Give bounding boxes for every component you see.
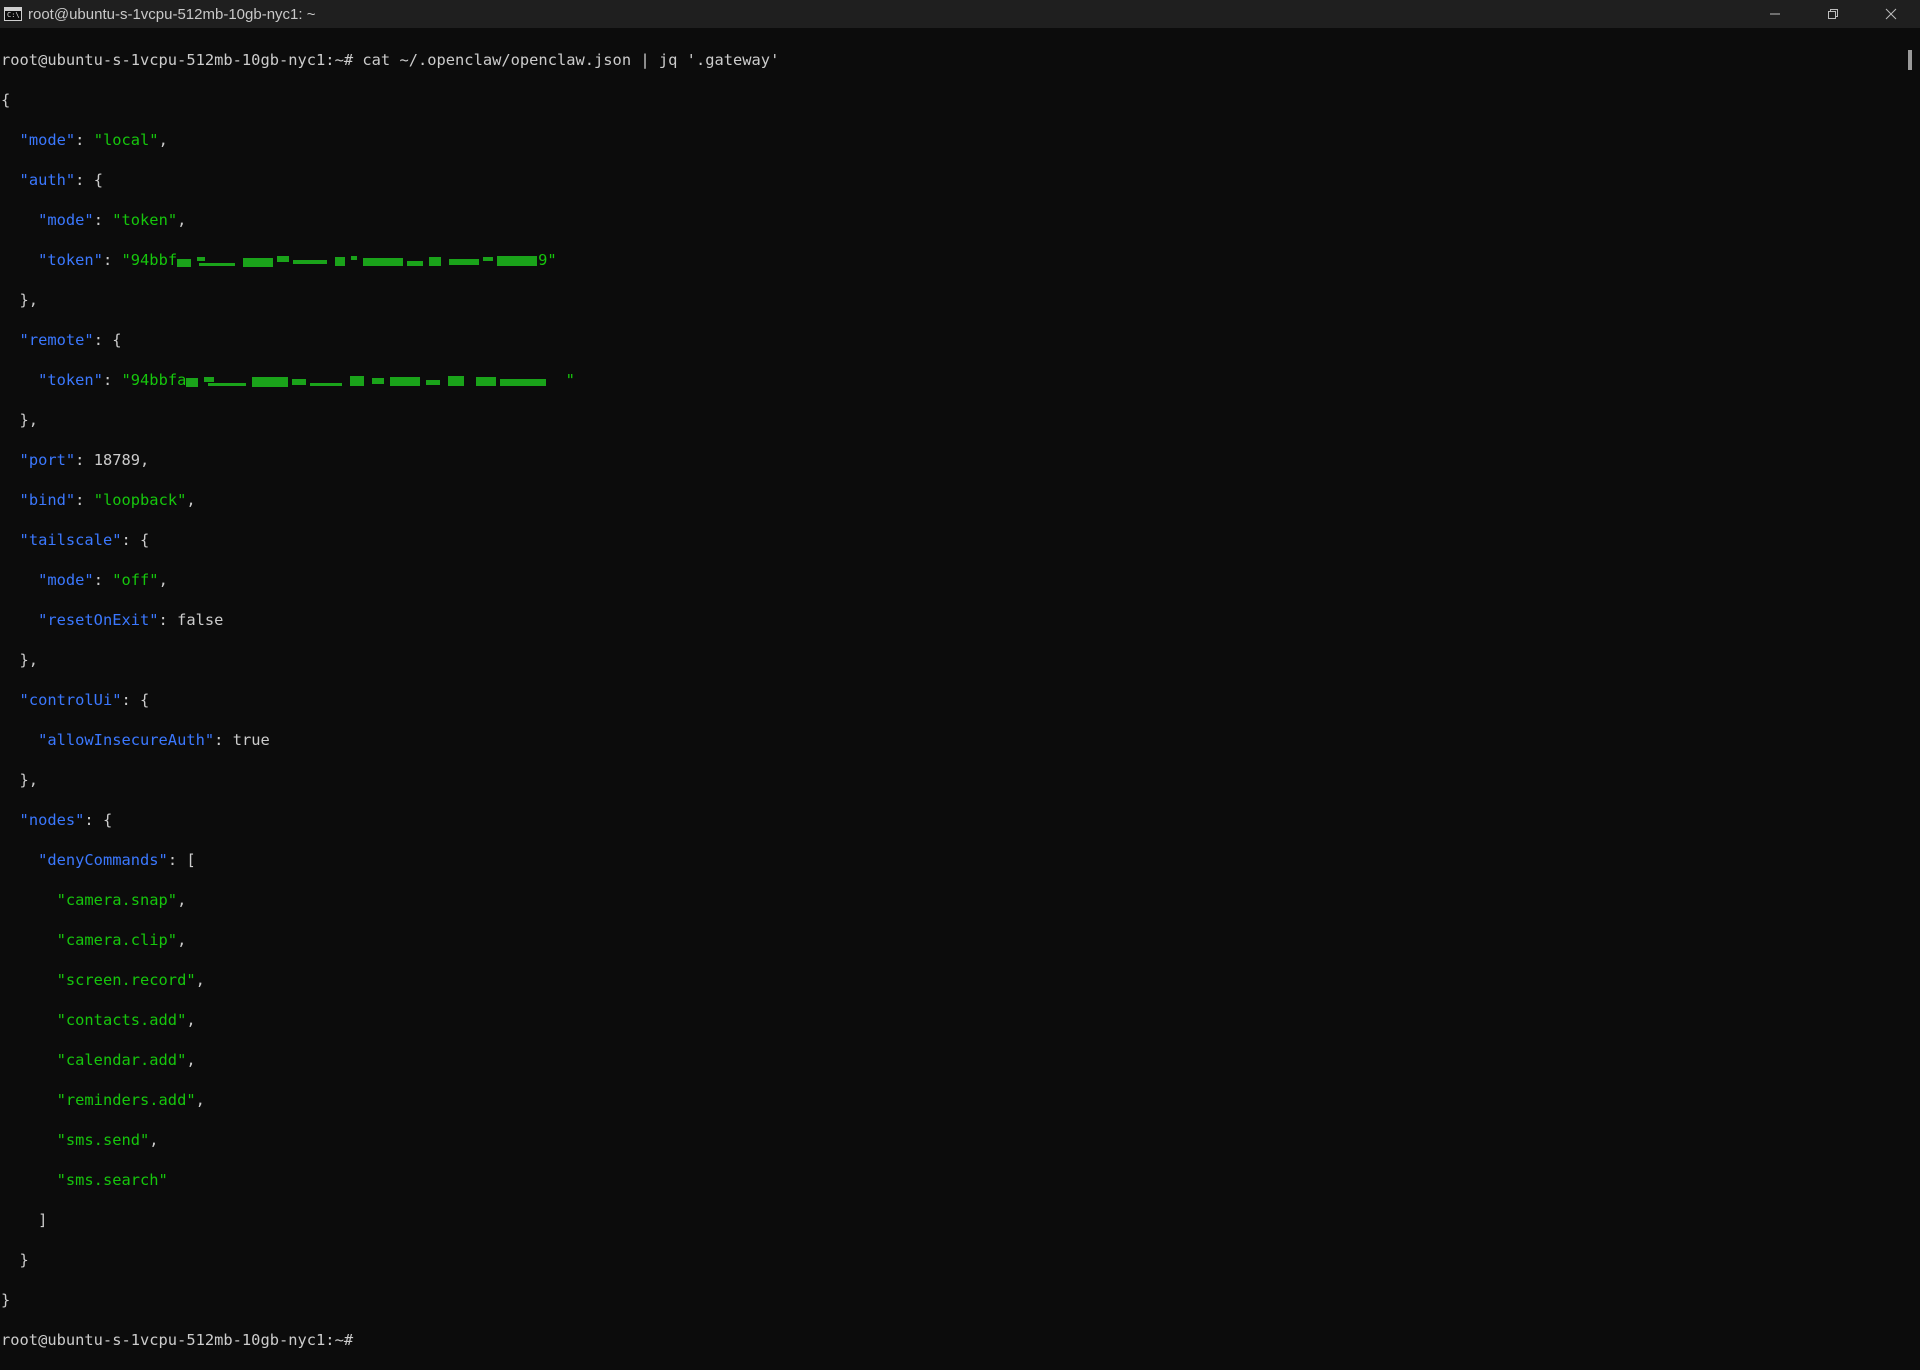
- json-number: 18789: [93, 451, 141, 469]
- title-bar[interactable]: C:\ root@ubuntu-s-1vcpu-512mb-10gb-nyc1:…: [0, 0, 1920, 28]
- final-prompt-line: root@ubuntu-s-1vcpu-512mb-10gb-nyc1:~#: [1, 1330, 1900, 1350]
- token-prefix: "94bbf: [121, 251, 178, 269]
- json-line: "token": "94bbfa ": [38, 371, 575, 389]
- json-key: "remote": [19, 331, 94, 349]
- json-line: "calendar.add",: [56, 1051, 196, 1069]
- json-line: },: [1, 291, 39, 309]
- json-line: "token": "94bbf 9": [38, 251, 557, 269]
- restore-icon: [1828, 9, 1838, 19]
- json-line: "mode": "local",: [19, 131, 168, 149]
- deny-command-item: "calendar.add": [56, 1051, 187, 1069]
- json-line: "nodes": {: [19, 811, 113, 829]
- json-brace: {: [1, 91, 11, 109]
- json-string: "off": [112, 571, 159, 589]
- json-line: "bind": "loopback",: [19, 491, 196, 509]
- json-line: {: [1, 90, 1900, 110]
- json-line: "allowInsecureAuth": true: [38, 731, 270, 749]
- deny-command-item: "screen.record": [56, 971, 196, 989]
- json-key: "controlUi": [19, 691, 122, 709]
- deny-command-item: "contacts.add": [56, 1011, 187, 1029]
- json-line: "remote": {: [19, 331, 122, 349]
- token-prefix: "94bbfa: [121, 371, 187, 389]
- json-key: "tailscale": [19, 531, 122, 549]
- json-line: "auth": {: [19, 171, 103, 189]
- redacted-token: [177, 255, 538, 267]
- json-line: "contacts.add",: [56, 1011, 196, 1029]
- shell-command: cat ~/.openclaw/openclaw.json | jq '.gat…: [362, 51, 780, 69]
- json-line: "camera.clip",: [56, 931, 187, 949]
- terminal-output[interactable]: root@ubuntu-s-1vcpu-512mb-10gb-nyc1:~# c…: [1, 30, 1900, 1349]
- shell-prompt-final: root@ubuntu-s-1vcpu-512mb-10gb-nyc1:~#: [1, 1331, 354, 1349]
- json-line: "controlUi": {: [19, 691, 150, 709]
- close-button[interactable]: [1862, 0, 1920, 28]
- json-line: ]: [1, 1211, 48, 1229]
- shell-prompt: root@ubuntu-s-1vcpu-512mb-10gb-nyc1:~#: [1, 51, 363, 69]
- json-key: "mode": [38, 571, 94, 589]
- json-line: }: [1, 1251, 29, 1269]
- json-line: "camera.snap",: [56, 891, 187, 909]
- close-icon: [1885, 8, 1897, 20]
- json-line: "tailscale": {: [19, 531, 150, 549]
- json-line: },: [1, 771, 39, 789]
- json-line: "mode": "off",: [38, 571, 168, 589]
- deny-command-item: "reminders.add": [56, 1091, 196, 1109]
- json-key: "bind": [19, 491, 76, 509]
- json-line: }: [1, 1290, 1900, 1310]
- json-key: "auth": [19, 171, 76, 189]
- json-key: "token": [38, 251, 103, 269]
- json-line: },: [1, 651, 39, 669]
- json-key: "mode": [38, 211, 94, 229]
- deny-command-item: "camera.snap": [56, 891, 178, 909]
- window-title: root@ubuntu-s-1vcpu-512mb-10gb-nyc1: ~: [28, 5, 316, 23]
- json-line: "reminders.add",: [56, 1091, 205, 1109]
- minimize-icon: [1770, 13, 1780, 15]
- token-suffix: ": [556, 371, 575, 389]
- deny-command-item: "camera.clip": [56, 931, 178, 949]
- json-key: "resetOnExit": [38, 611, 159, 629]
- window-controls: [1746, 0, 1920, 28]
- json-line: "sms.send",: [56, 1131, 159, 1149]
- restore-button[interactable]: [1804, 0, 1862, 28]
- minimize-button[interactable]: [1746, 0, 1804, 28]
- deny-command-item: "sms.send": [56, 1131, 150, 1149]
- deny-command-item: "sms.search": [56, 1171, 168, 1189]
- json-boolean: true: [232, 731, 270, 749]
- json-string: "loopback": [93, 491, 187, 509]
- json-line: "screen.record",: [56, 971, 205, 989]
- vertical-scrollbar[interactable]: [1900, 28, 1920, 1020]
- token-suffix: 9": [538, 251, 557, 269]
- json-key: "denyCommands": [38, 851, 168, 869]
- json-brace: }: [1, 1291, 11, 1309]
- terminal-icon: C:\: [4, 7, 22, 21]
- json-key: "port": [19, 451, 76, 469]
- json-key: "allowInsecureAuth": [38, 731, 215, 749]
- json-boolean: false: [177, 611, 224, 629]
- json-line: },: [1, 411, 39, 429]
- command-line: root@ubuntu-s-1vcpu-512mb-10gb-nyc1:~# c…: [1, 50, 1900, 70]
- json-line: "mode": "token",: [38, 211, 187, 229]
- json-line: "denyCommands": [: [38, 851, 196, 869]
- json-string: "local": [93, 131, 159, 149]
- json-line: "resetOnExit": false: [38, 611, 224, 629]
- json-line: "sms.search": [1, 1170, 1900, 1190]
- json-key: "mode": [19, 131, 76, 149]
- json-key: "nodes": [19, 811, 85, 829]
- json-string: "token": [112, 211, 178, 229]
- redacted-token: [186, 375, 556, 387]
- json-line: "port": 18789,: [19, 451, 150, 469]
- json-key: "token": [38, 371, 103, 389]
- terminal-icon-text: C:\: [7, 11, 20, 19]
- scrollbar-thumb[interactable]: [1908, 50, 1912, 70]
